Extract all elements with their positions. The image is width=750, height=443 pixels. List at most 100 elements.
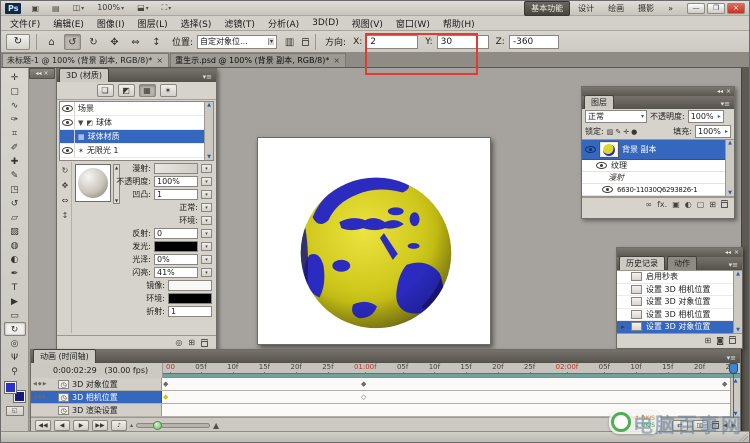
save-position-icon[interactable]: ▥ (281, 34, 298, 50)
specular-color-swatch[interactable] (168, 280, 212, 291)
play-button[interactable]: ▶ (73, 420, 89, 431)
texture-menu-icon[interactable]: ▾ (201, 203, 212, 212)
next-frame-button[interactable]: ▶▶ (92, 420, 108, 431)
visibility-eye-icon[interactable] (62, 119, 73, 126)
healing-brush-tool[interactable]: ✚ (4, 154, 26, 168)
3d-pan-mode-button[interactable]: ✥ (106, 34, 123, 50)
quick-mask-button[interactable]: ◱ (6, 406, 24, 416)
3d-slide-mode-button[interactable]: ⇔ (127, 34, 144, 50)
zoom-level[interactable]: 100% (94, 1, 127, 15)
dodge-tool[interactable]: ◐ (4, 252, 26, 266)
new-item-icon[interactable]: ⊞ (188, 338, 195, 347)
texture-menu-icon[interactable]: ▾ (201, 268, 212, 277)
menu-view[interactable]: 视图(V) (352, 17, 383, 30)
x-input[interactable]: 2 (366, 35, 418, 49)
marquee-tool[interactable]: ▢ (4, 84, 26, 98)
close-icon[interactable]: × (726, 88, 731, 96)
pen-tool[interactable]: ✒ (4, 266, 26, 280)
workspace-overflow-button[interactable]: » (662, 3, 679, 14)
track-3d-camera-position[interactable]: ◀◆▶ ◷ 3D 相机位置 ◆ ◇ (31, 391, 740, 404)
keyframe-diamond[interactable]: ◆ (722, 380, 727, 389)
tree-item-sphere[interactable]: ▼ ◩ 球体 (60, 116, 213, 130)
shape-tool[interactable]: ▭ (4, 308, 26, 322)
document-tab-active[interactable]: 重生示.psd @ 100% (背景 副本, RGB/8)* × (170, 53, 346, 67)
new-layer-icon[interactable]: ⊞ (709, 200, 716, 209)
view-extras-icon[interactable]: ▤ (49, 2, 63, 15)
layer-style-icon[interactable]: fx. (657, 200, 667, 209)
3d-slide-material-icon[interactable]: ⇔ (62, 196, 69, 205)
tab-history[interactable]: 历史记录 (619, 256, 665, 270)
keyframe-navigator[interactable]: ◀◆▶ (33, 381, 55, 387)
hand-tool[interactable]: Ψ (4, 350, 26, 364)
panel-menu-icon[interactable]: ▾≡ (725, 261, 742, 270)
quick-selection-tool[interactable]: ✑ (4, 112, 26, 126)
menu-image[interactable]: 图像(I) (97, 17, 125, 30)
keyframe-navigator[interactable]: ◀◆▶ (33, 394, 55, 400)
return-home-icon[interactable]: ⌂ (43, 34, 60, 50)
track-lane[interactable]: ◆ ◇ (162, 391, 740, 403)
scrollbar[interactable]: ▲▼ (733, 271, 742, 333)
close-tab-icon[interactable]: × (333, 56, 340, 65)
tab-layers[interactable]: 图层 (584, 95, 614, 109)
history-brush-tool[interactable]: ↺ (4, 196, 26, 210)
zoom-slider-knob[interactable] (153, 421, 162, 430)
3d-scale-material-icon[interactable]: ↕ (62, 211, 69, 220)
path-selection-tool[interactable]: ▶ (4, 294, 26, 308)
layer-mask-icon[interactable]: ▣ (672, 200, 680, 209)
blur-tool[interactable]: ◍ (4, 238, 26, 252)
scrollbar[interactable]: ▲▼ (725, 140, 734, 196)
texture-menu-icon[interactable]: ▾ (201, 216, 212, 225)
visibility-eye-icon[interactable] (596, 162, 607, 169)
current-tool-icon[interactable]: ↻ (6, 34, 30, 50)
layer-row-background-copy[interactable]: 背景 副本 (582, 140, 734, 160)
document-canvas[interactable] (257, 137, 491, 345)
panel-collapse-button[interactable]: ◂◂ × (29, 68, 55, 79)
move-tool[interactable]: ✛ (4, 70, 26, 84)
timeline-zoom-slider[interactable] (136, 423, 210, 428)
menu-filter[interactable]: 滤镜(T) (224, 17, 255, 30)
gradient-tool[interactable]: ▨ (4, 224, 26, 238)
stopwatch-icon[interactable]: ◷ (58, 393, 69, 402)
z-input[interactable]: -360 (509, 35, 559, 49)
texture-menu-icon[interactable]: ▾ (201, 242, 212, 251)
texture-menu-icon[interactable]: ▾ (201, 177, 212, 186)
blend-mode-select[interactable]: 正常▾ (585, 110, 647, 123)
layer-row-textures[interactable]: 纹理 (582, 160, 734, 172)
expand-triangle-icon[interactable]: ▼ (78, 119, 83, 127)
filter-scene-icon[interactable]: ❏ (97, 84, 114, 97)
texture-menu-icon[interactable]: ▾ (201, 255, 212, 264)
minimize-button[interactable]: — (687, 3, 705, 14)
type-tool[interactable]: T (4, 280, 26, 294)
workspace-design-button[interactable]: 设计 (572, 2, 600, 15)
zoom-tool[interactable]: ⚲ (4, 364, 26, 378)
screen-mode-icon[interactable]: ⬓ (134, 1, 152, 15)
zoom-out-icon[interactable]: ▴ (130, 422, 133, 429)
filter-lights-icon[interactable]: ✶ (160, 84, 177, 97)
history-step[interactable]: 启用秒表 (617, 271, 742, 284)
layer-row-diffuse[interactable]: 漫射 (582, 172, 734, 184)
glow-color-swatch[interactable] (154, 241, 198, 252)
trash-icon[interactable] (201, 339, 208, 347)
lock-pixels-icon[interactable]: ✎ (615, 128, 621, 136)
visibility-eye-icon[interactable] (585, 146, 596, 153)
menu-edit[interactable]: 编辑(E) (53, 17, 84, 30)
tree-item-sphere-material[interactable]: ▦ 球体材质 (60, 130, 213, 144)
menu-window[interactable]: 窗口(W) (396, 17, 430, 30)
new-snapshot-icon[interactable]: ◙ (716, 336, 724, 345)
lasso-tool[interactable]: ∿ (4, 98, 26, 112)
brush-tool[interactable]: ✎ (4, 168, 26, 182)
fill-input[interactable]: 100%▸ (695, 125, 731, 138)
delete-position-icon[interactable] (302, 38, 309, 46)
globe-3d-object[interactable] (258, 138, 490, 344)
menu-help[interactable]: 帮助(H) (443, 17, 475, 30)
lock-position-icon[interactable]: ✛ (623, 128, 629, 136)
history-step[interactable]: 设置 3D 相机位置 (617, 309, 742, 322)
3d-orbit-tool[interactable]: ◎ (4, 336, 26, 350)
tree-item-scene[interactable]: 场景 (60, 102, 213, 116)
close-icon[interactable]: × (734, 249, 739, 257)
menu-3d[interactable]: 3D(D) (312, 18, 339, 28)
history-step[interactable]: 设置 3D 相机位置 (617, 284, 742, 297)
stopwatch-icon[interactable]: ◷ (58, 406, 69, 415)
workspace-photography-button[interactable]: 摄影 (632, 2, 660, 15)
tree-item-infinite-light[interactable]: ✶ 无限光 1 (60, 144, 213, 158)
